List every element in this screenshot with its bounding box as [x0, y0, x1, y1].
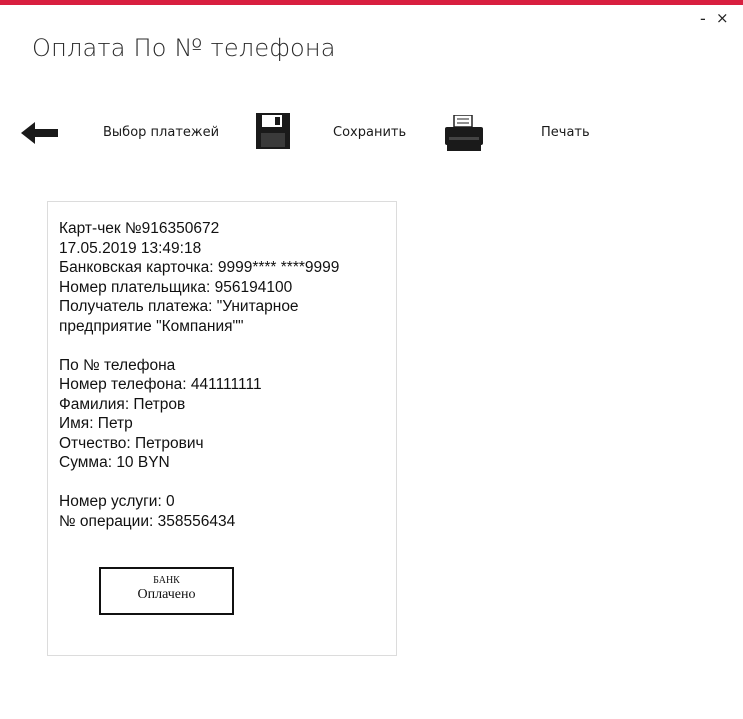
- patronymic: Отчество: Петрович: [59, 434, 204, 452]
- receipt-text: Карт-чек №916350672 17.05.2019 13:49:18 …: [59, 219, 339, 531]
- recipient-line-2: предприятие "Компания"": [59, 317, 244, 335]
- accent-top-bar: [0, 0, 743, 5]
- minimize-button[interactable]: -: [700, 11, 706, 27]
- save-button[interactable]: Сохранить: [333, 125, 406, 140]
- paid-stamp: БАНК Оплачено: [99, 567, 234, 615]
- phone-number: Номер телефона: 441111111: [59, 376, 262, 393]
- receipt-datetime: 17.05.2019 13:49:18: [59, 239, 202, 257]
- close-button[interactable]: ×: [716, 10, 729, 26]
- stamp-bank-label: БАНК: [153, 575, 180, 586]
- receipt-number: Карт-чек №916350672: [59, 220, 220, 237]
- operation-number: № операции: 358556434: [59, 512, 236, 530]
- payment-type: По № телефона: [59, 356, 176, 374]
- print-button[interactable]: Печать: [541, 125, 590, 140]
- recipient-line-1: Получатель платежа: "Унитарное: [59, 298, 299, 315]
- surname: Фамилия: Петров: [59, 395, 186, 413]
- service-number: Номер услуги: 0: [59, 493, 175, 510]
- page-title: Оплата По № телефона: [32, 34, 336, 62]
- arrow-left-icon[interactable]: [21, 120, 59, 146]
- floppy-disk-icon[interactable]: [256, 113, 290, 149]
- amount: Сумма: 10 BYN: [59, 454, 170, 471]
- first-name: Имя: Петр: [59, 415, 133, 432]
- stamp-paid-label: Оплачено: [137, 587, 196, 602]
- payer-number: Номер плательщика: 956194100: [59, 278, 293, 296]
- back-to-payments-button[interactable]: Выбор платежей: [103, 125, 219, 140]
- bank-card: Банковская карточка: 9999**** ****9999: [59, 259, 340, 276]
- printer-icon[interactable]: [445, 114, 483, 151]
